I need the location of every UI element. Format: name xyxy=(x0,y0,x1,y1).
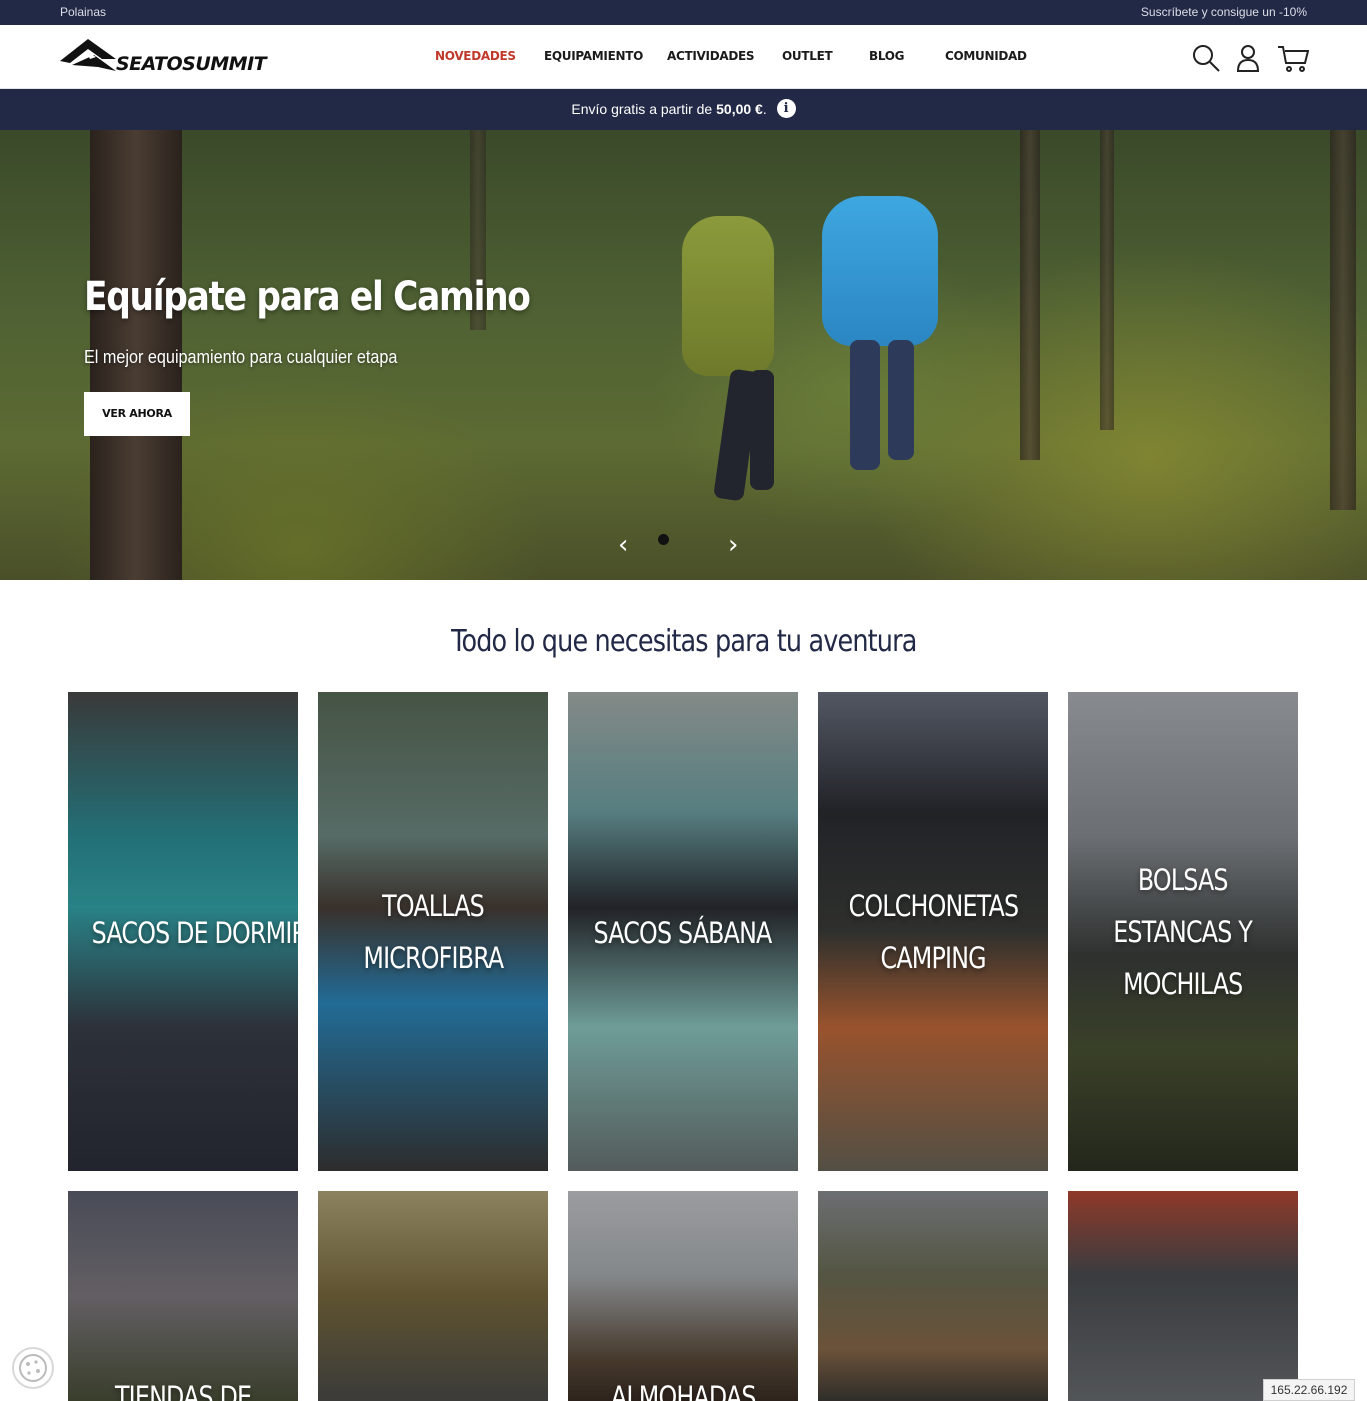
category-label: ESTANCAS Y xyxy=(1113,915,1254,949)
site-header: SEATOSUMMIT NOVEDADES EQUIPAMIENTO ACTIV… xyxy=(0,25,1367,89)
chevron-right-icon[interactable]: › xyxy=(728,530,738,560)
blue-backpack xyxy=(822,196,938,346)
category-card-sleeping-mats[interactable]: COLCHONETAS CAMPING xyxy=(818,692,1048,1171)
search-icon[interactable] xyxy=(1190,42,1222,74)
shipping-text-end: . xyxy=(762,101,767,117)
category-label: TIENDAS DE xyxy=(114,1380,252,1401)
tree-trunk xyxy=(1330,130,1356,510)
info-icon[interactable]: i xyxy=(776,99,796,119)
category-label: TOALLAS xyxy=(382,889,485,923)
category-label: CAMPING xyxy=(880,941,986,975)
category-label: MICROFIBRA xyxy=(362,941,504,975)
topbar-left-link[interactable]: Polainas xyxy=(60,5,106,19)
promo-topbar: Polainas Suscríbete y consigue un -10% xyxy=(0,0,1367,25)
category-card-dry-bags[interactable]: BOLSAS ESTANCAS Y MOCHILAS xyxy=(1068,692,1298,1171)
nav-item-actividades[interactable]: ACTIVIDADES xyxy=(667,49,755,63)
section-title: Todo lo que necesitas para tu aventura xyxy=(450,624,917,659)
green-backpack xyxy=(682,216,774,376)
category-label: MOCHILAS xyxy=(1123,967,1243,1001)
shipping-text: Envío gratis a partir de xyxy=(571,101,713,117)
hiker-leg xyxy=(888,340,914,460)
category-card-cookware[interactable] xyxy=(318,1191,548,1401)
hiker-leg xyxy=(750,370,774,490)
category-card-apparel[interactable] xyxy=(818,1191,1048,1401)
category-card-tents[interactable]: TIENDAS DE xyxy=(68,1191,298,1401)
slider-dot[interactable] xyxy=(658,534,669,545)
topbar-subscribe-link[interactable]: Suscríbete y consigue un -10% xyxy=(1141,5,1307,19)
hero-title: Equípate para el Camino xyxy=(84,274,531,320)
tree-trunk xyxy=(1020,130,1040,460)
nav-item-outlet[interactable]: OUTLET xyxy=(782,49,833,63)
cookie-settings-button[interactable] xyxy=(12,1347,54,1389)
category-card-climbing[interactable] xyxy=(1068,1191,1298,1401)
hero-subtitle: El mejor equipamiento para cualquier eta… xyxy=(84,347,398,367)
main-nav: NOVEDADES EQUIPAMIENTO ACTIVIDADES OUTLE… xyxy=(0,25,1367,89)
cart-icon[interactable] xyxy=(1277,42,1309,74)
shipping-amount: 50,00 € xyxy=(716,101,763,117)
category-card-pillows[interactable]: ALMOHADAS xyxy=(568,1191,798,1401)
cookie-icon xyxy=(19,1354,47,1382)
category-card-sleeping-bags[interactable]: SACOS DE DORMIR xyxy=(68,692,298,1171)
category-card-liners[interactable]: SACOS SÁBANA xyxy=(568,692,798,1171)
nav-item-blog[interactable]: BLOG xyxy=(869,49,905,63)
nav-item-equipamiento[interactable]: EQUIPAMIENTO xyxy=(544,49,643,63)
ip-badge: 165.22.66.192 xyxy=(1263,1379,1355,1401)
chevron-left-icon[interactable]: ‹ xyxy=(618,530,628,560)
category-label: ALMOHADAS xyxy=(610,1380,757,1401)
category-label: SACOS SÁBANA xyxy=(594,916,773,950)
nav-item-comunidad[interactable]: COMUNIDAD xyxy=(945,49,1027,63)
hero-cta-button[interactable]: VER AHORA xyxy=(84,392,190,436)
hiker-leg xyxy=(850,340,880,470)
hero-banner: Equípate para el Camino El mejor equipam… xyxy=(0,130,1367,580)
account-icon[interactable] xyxy=(1232,42,1264,74)
category-label: BOLSAS xyxy=(1138,863,1229,897)
category-label: SACOS DE DORMIR xyxy=(91,916,298,950)
free-shipping-bar: Envío gratis a partir de 50,00 €. i xyxy=(0,89,1367,130)
nav-item-novedades[interactable]: NOVEDADES xyxy=(435,49,516,63)
category-label: COLCHONETAS xyxy=(848,889,1018,923)
category-card-towels[interactable]: TOALLAS MICROFIBRA xyxy=(318,692,548,1171)
tree-trunk xyxy=(1100,130,1114,430)
